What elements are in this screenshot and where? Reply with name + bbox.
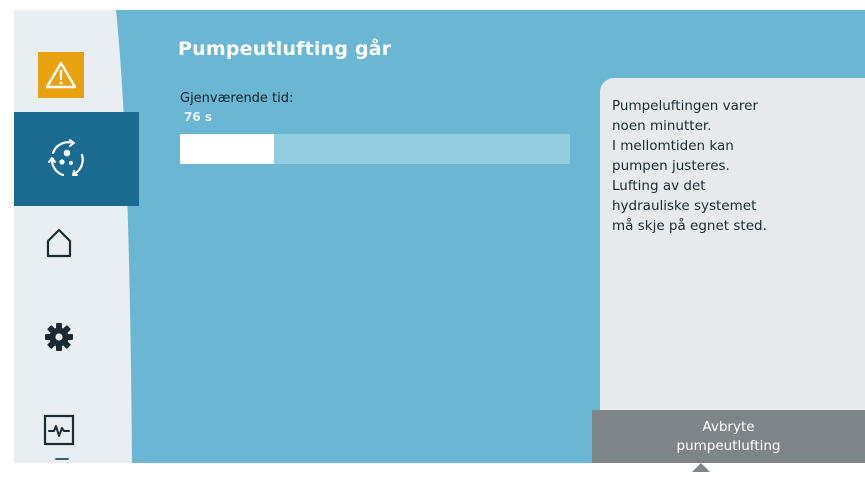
venting-icon <box>40 132 94 186</box>
diagnostics-icon <box>36 407 82 453</box>
display-frame: Pumpeutlufting går Gjenværende tid: 76 s… <box>0 0 865 488</box>
settings-icon <box>36 314 82 360</box>
page-title: Pumpeutlufting går <box>178 38 392 60</box>
sidebar-scroll-down-icon[interactable] <box>50 450 74 462</box>
sidebar-item-home[interactable] <box>14 208 134 278</box>
sidebar-item-settings[interactable] <box>14 302 134 372</box>
button-pointer-icon <box>692 463 710 472</box>
warning-icon <box>38 52 84 98</box>
sidebar-item-diagnostics[interactable] <box>14 395 134 463</box>
remaining-time-value: 76 s <box>184 110 213 124</box>
home-icon <box>36 220 82 266</box>
pump-screen: Pumpeutlufting går Gjenværende tid: 76 s… <box>14 10 865 463</box>
remaining-time-label: Gjenværende tid: <box>180 91 294 106</box>
venting-progress-fill <box>180 134 274 164</box>
info-text: Pumpeluftingen varer noen minutter. I me… <box>612 98 767 234</box>
sidebar-item-venting[interactable] <box>14 112 139 206</box>
info-panel: Pumpeluftingen varer noen minutter. I me… <box>600 78 865 463</box>
venting-progress-bar <box>180 134 570 164</box>
cancel-venting-button[interactable]: Avbryte pumpeutlufting <box>592 410 865 463</box>
sidebar-item-warning[interactable] <box>14 40 134 110</box>
